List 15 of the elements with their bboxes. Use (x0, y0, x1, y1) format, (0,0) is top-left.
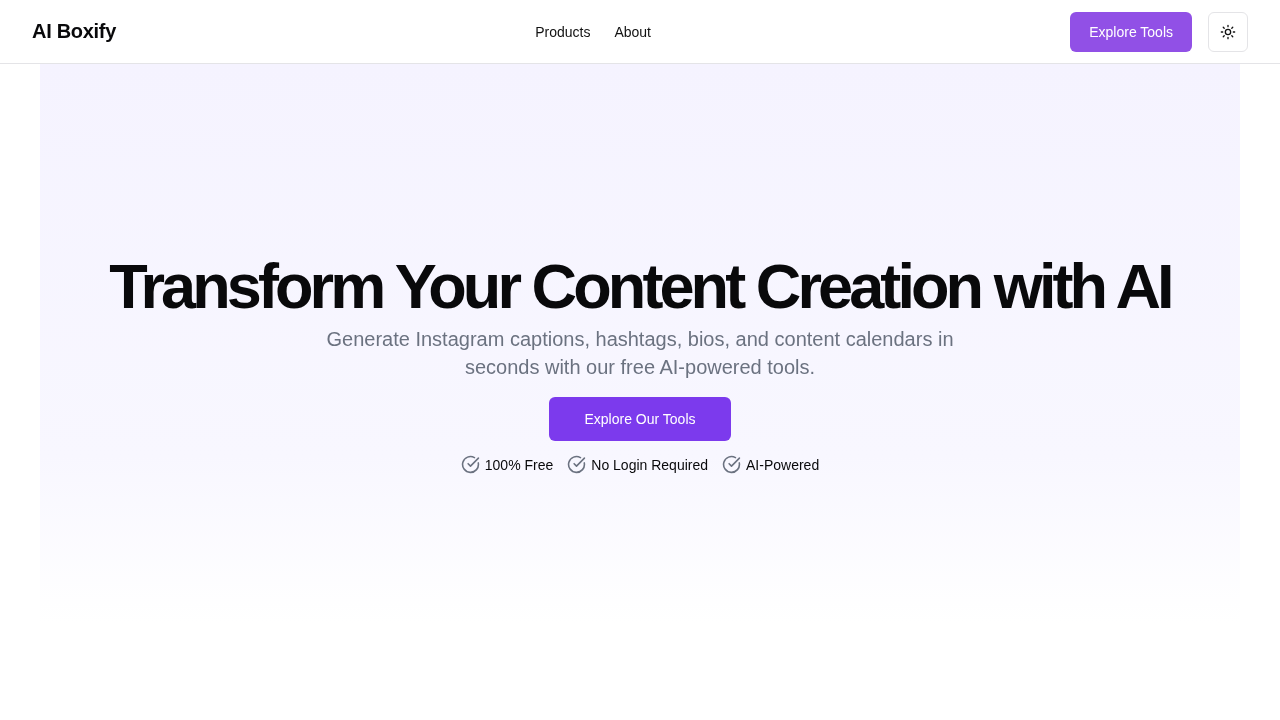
explore-tools-button[interactable]: Explore Tools (1070, 11, 1192, 52)
check-circle-icon (460, 455, 480, 475)
site-logo[interactable]: AI Boxify (32, 20, 116, 43)
sun-icon (1220, 23, 1236, 40)
feature-label: AI-Powered (746, 456, 820, 473)
feature-label: No Login Required (591, 456, 709, 473)
feature-label: 100% Free (484, 456, 554, 473)
nav-link[interactable]: Products (535, 23, 591, 40)
check-circle-icon (567, 455, 587, 475)
hero-subtitle: Generate Instagram captions, hashtags, bios, and content calendars in seconds with our free AI-powered tools. (325, 327, 955, 381)
hero-title: Transform Your Content Creation with AI (109, 252, 1171, 322)
check-circle-icon (722, 455, 742, 475)
theme-toggle-button[interactable] (1208, 11, 1248, 52)
nav-link[interactable]: About (614, 23, 651, 40)
explore-our-tools-button[interactable]: Explore Our Tools (549, 397, 731, 442)
